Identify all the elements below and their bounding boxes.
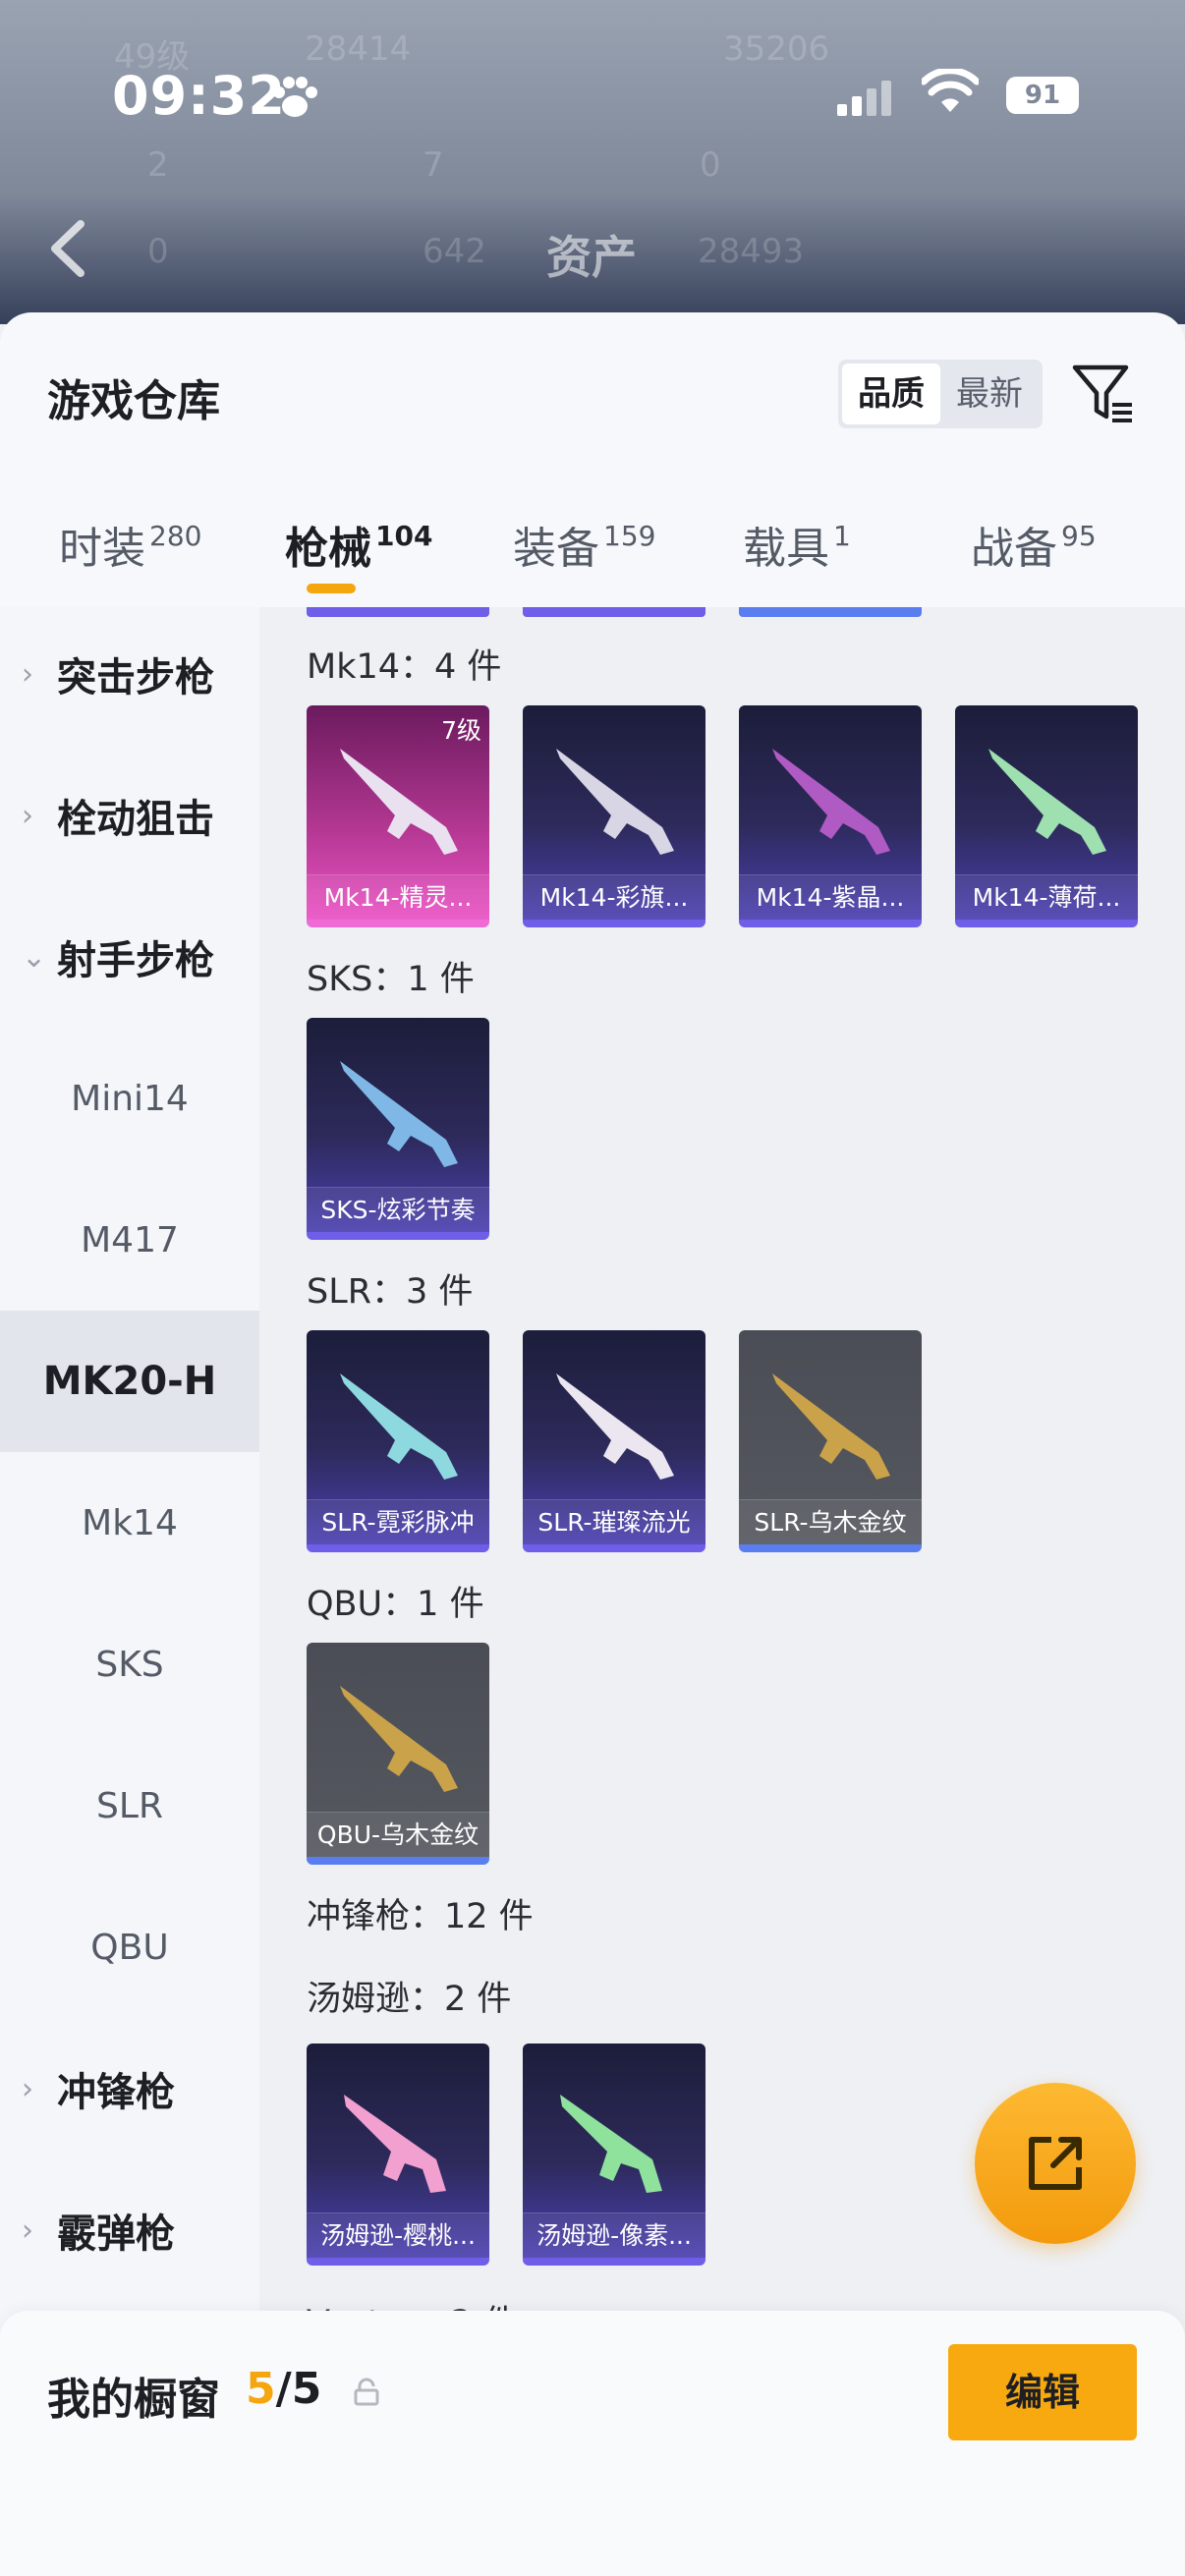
card-edge (307, 607, 489, 617)
sheet-title: 游戏仓库 (47, 376, 220, 426)
gun-image (340, 1061, 458, 1167)
gun-image (988, 749, 1106, 855)
sidebar-item-mk14[interactable]: Mk14 (0, 1452, 259, 1594)
weapon-name: Mk14-精灵... (307, 874, 489, 920)
filter-icon[interactable] (1071, 362, 1136, 426)
weapon-card[interactable]: SLR-霓彩脉冲 (307, 1330, 489, 1552)
signal-icon (837, 81, 891, 116)
showcase-count: 5/5 (246, 2364, 322, 2414)
gun-image (340, 1686, 458, 1792)
gun-image (772, 749, 890, 855)
weapon-card[interactable]: SLR-乌木金纹 (739, 1330, 922, 1552)
share-button[interactable] (975, 2083, 1136, 2244)
weapon-name: QBU-乌木金纹 (307, 1812, 489, 1857)
gun-image (344, 2095, 446, 2193)
ghost-text: 642 (423, 232, 486, 271)
wifi-icon (922, 69, 979, 112)
weapon-card[interactable]: 汤姆逊-像素... (523, 2044, 705, 2266)
weapon-card[interactable]: Mk14-彩旗... (523, 705, 705, 927)
share-icon (1029, 2137, 1082, 2190)
tab-guns[interactable]: 枪械 104 (285, 513, 432, 576)
sidebar-item-smg[interactable]: › 冲锋枪 (0, 2018, 259, 2159)
lock-icon (354, 2378, 379, 2406)
gun-image (340, 1373, 458, 1480)
group-title: SKS：1 件 (307, 960, 475, 999)
weapon-card[interactable]: SLR-璀璨流光 (523, 1330, 705, 1552)
background-header: 49级 28414 35206 2 7 0 0 642 28493 09:32 … (0, 0, 1185, 324)
weapon-card[interactable]: 7级 Mk14-精灵... (307, 705, 489, 927)
sidebar-item-qbu[interactable]: QBU (0, 1876, 259, 2018)
page-title: 资产 (546, 231, 637, 284)
gun-image (556, 749, 674, 855)
ghost-text: 0 (147, 232, 169, 271)
sidebar-item-shotgun[interactable]: › 霰弹枪 (0, 2159, 259, 2301)
weapon-name: Mk14-薄荷... (955, 874, 1138, 920)
chevron-right-icon: › (22, 2212, 33, 2248)
weapon-name: Mk14-彩旗... (523, 874, 705, 920)
sidebar-item-m417[interactable]: M417 (0, 1169, 259, 1311)
showcase-bar: 我的橱窗 5/5 编辑 (0, 2311, 1185, 2576)
weapon-name: 汤姆逊-像素... (523, 2212, 705, 2258)
weapon-name: 汤姆逊-樱桃... (307, 2212, 489, 2258)
showcase-label: 我的橱窗 (47, 2375, 220, 2425)
gun-image (340, 749, 458, 855)
weapon-name: Mk14-紫晶... (739, 874, 922, 920)
status-time: 09:32 (112, 65, 286, 127)
card-edge (739, 607, 922, 617)
gun-image (772, 1373, 890, 1480)
warehouse-sheet: 游戏仓库 品质 最新 时装 280 枪械 104 装备 159 载具 1 战备 95 › 突… (0, 312, 1185, 2576)
sidebar-item-marksman-rifle[interactable]: ⌄ 射手步枪 (0, 886, 259, 1028)
chevron-right-icon: › (22, 2071, 33, 2106)
weapon-list: Mk14：4 件 7级 Mk14-精灵... Mk14-彩旗... Mk14-紫… (259, 607, 1185, 2576)
paw-icon (273, 77, 317, 117)
ghost-text: 28414 (305, 29, 412, 69)
group-title: SLR：3 件 (307, 1272, 474, 1312)
sidebar: › 突击步枪 › 栓动狙击 ⌄ 射手步枪 Mini14 M417 MK20-H Mk1… (0, 607, 259, 2576)
tab-vehicles[interactable]: 载具 1 (743, 513, 851, 576)
sidebar-item-sks[interactable]: SKS (0, 1594, 259, 1735)
ghost-text: 0 (700, 145, 721, 185)
group-title: 汤姆逊：2 件 (307, 1980, 512, 2019)
tab-equipment[interactable]: 装备 159 (513, 513, 655, 576)
chevron-down-icon: ⌄ (22, 939, 47, 975)
weapon-card[interactable]: QBU-乌木金纹 (307, 1643, 489, 1865)
weapon-card[interactable]: Mk14-薄荷... (955, 705, 1138, 927)
group-title: 冲锋枪：12 件 (307, 1897, 534, 1936)
sidebar-item-assault-rifle[interactable]: › 突击步枪 (0, 603, 259, 745)
sidebar-item-bolt-sniper[interactable]: › 栓动狙击 (0, 745, 259, 886)
group-title: QBU：1 件 (307, 1585, 484, 1624)
sort-latest-button[interactable]: 最新 (940, 364, 1039, 424)
ghost-text: 35206 (723, 29, 830, 69)
tab-fashion[interactable]: 时装 280 (59, 513, 201, 576)
sort-quality-button[interactable]: 品质 (842, 364, 940, 424)
sort-toggle: 品质 最新 (838, 360, 1043, 428)
gun-image (560, 2095, 662, 2193)
ghost-text: 28493 (698, 232, 805, 271)
weapon-name: SLR-乌木金纹 (739, 1499, 922, 1544)
sidebar-item-slr[interactable]: SLR (0, 1735, 259, 1876)
active-tab-indicator (307, 584, 356, 593)
group-title: Mk14：4 件 (307, 647, 502, 687)
weapon-name: SLR-璀璨流光 (523, 1499, 705, 1544)
sidebar-item-mk20h[interactable]: MK20-H (0, 1311, 259, 1452)
category-tabs: 时装 280 枪械 104 装备 159 载具 1 战备 95 (0, 495, 1185, 607)
card-edge (523, 607, 705, 617)
chevron-right-icon: › (22, 798, 33, 833)
chevron-right-icon: › (22, 656, 33, 692)
back-chevron-icon[interactable] (43, 218, 92, 279)
weapon-card[interactable]: SKS-炫彩节奏 (307, 1018, 489, 1240)
weapon-name: SKS-炫彩节奏 (307, 1187, 489, 1232)
gun-image (556, 1373, 674, 1480)
edit-button[interactable]: 编辑 (948, 2344, 1137, 2440)
sidebar-item-mini14[interactable]: Mini14 (0, 1028, 259, 1169)
tab-supplies[interactable]: 战备 95 (971, 513, 1097, 576)
battery-indicator: 91 (1006, 77, 1079, 114)
weapon-name: SLR-霓彩脉冲 (307, 1499, 489, 1544)
weapon-card[interactable]: Mk14-紫晶... (739, 705, 922, 927)
weapon-card[interactable]: 汤姆逊-樱桃... (307, 2044, 489, 2266)
ghost-text: 7 (423, 145, 444, 185)
ghost-text: 2 (147, 145, 169, 185)
